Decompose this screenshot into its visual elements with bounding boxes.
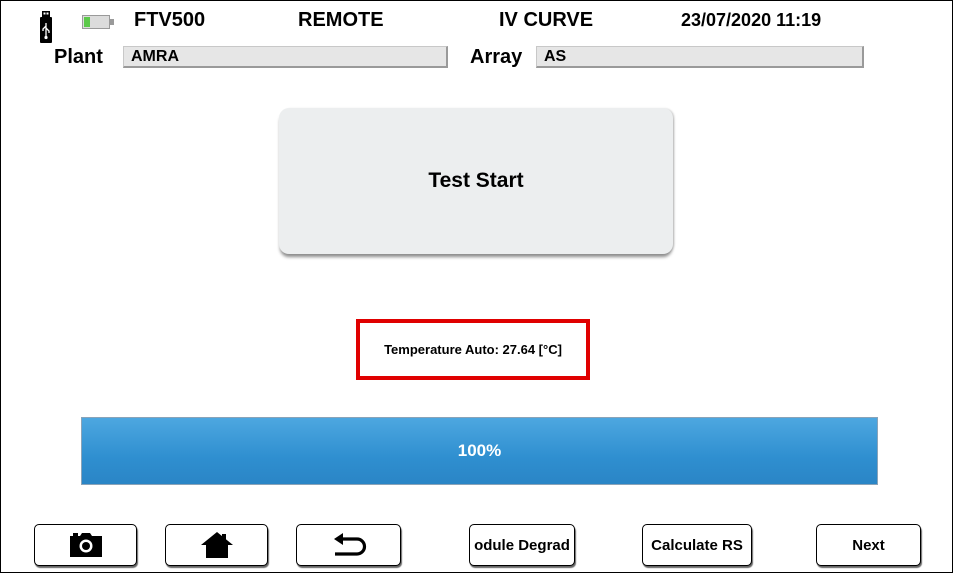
function-title: IV CURVE [499, 9, 594, 31]
progress-label: 100% [457, 441, 502, 460]
date-time: 23/07/2020 11:19 [681, 10, 822, 30]
plant-label: Plant [54, 46, 103, 68]
progress-bar: 100% [81, 417, 878, 485]
mode-label: REMOTE [298, 9, 384, 31]
home-icon [200, 532, 233, 558]
plant-field[interactable]: AMRA [123, 46, 448, 68]
array-field[interactable]: AS [536, 46, 864, 68]
calculate-rs-button[interactable]: Calculate RS [642, 524, 752, 566]
module-degradation-button[interactable]: odule Degrad [469, 524, 575, 566]
camera-icon [69, 533, 102, 557]
home-button[interactable] [165, 524, 268, 566]
test-start-button[interactable]: Test Start [279, 108, 673, 254]
camera-button[interactable] [34, 524, 137, 566]
next-button[interactable]: Next [816, 524, 921, 566]
battery-icon [82, 15, 114, 29]
temperature-text: Temperature Auto: 27.64 [°C] [384, 342, 562, 357]
device-name: FTV500 [134, 9, 206, 31]
usb-icon [40, 11, 52, 43]
temperature-readout: Temperature Auto: 27.64 [°C] [356, 319, 590, 380]
array-label: Array [470, 46, 523, 68]
screen-frame: FTV500 REMOTE IV CURVE 23/07/2020 11:19 … [0, 0, 953, 573]
back-button[interactable] [296, 524, 401, 566]
return-arrow-icon [333, 533, 366, 556]
